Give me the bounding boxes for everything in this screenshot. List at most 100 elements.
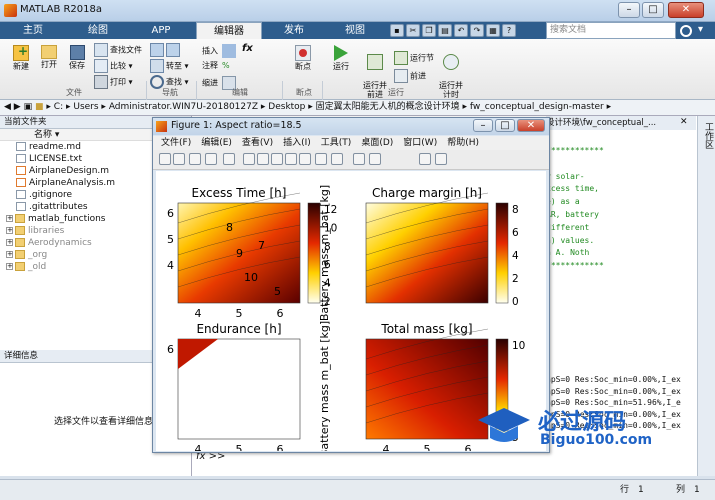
link-plot-icon[interactable] bbox=[331, 153, 343, 165]
goto-nav-button[interactable] bbox=[150, 43, 182, 57]
editor-tab[interactable]: 设计环境\fw_conceptual_... bbox=[546, 116, 696, 130]
zoom-out-icon[interactable] bbox=[257, 153, 269, 165]
save-quick-icon[interactable]: ▪ bbox=[390, 24, 404, 37]
search-input[interactable]: 搜索文档 bbox=[546, 22, 676, 39]
minimize-button[interactable]: – bbox=[618, 2, 640, 18]
back-icon[interactable]: ◀ bbox=[4, 102, 11, 112]
tab-editor[interactable]: 编辑器 bbox=[196, 22, 262, 39]
data-cursor-icon[interactable] bbox=[299, 153, 311, 165]
folder-icon bbox=[15, 214, 25, 223]
redo-quick-icon[interactable]: ↷ bbox=[470, 24, 484, 37]
figure-menu-item[interactable]: 插入(I) bbox=[283, 138, 311, 148]
compare-button[interactable]: 比较 ▾ bbox=[94, 59, 133, 73]
breadcrumb-part[interactable]: fw_conceptual_design-master bbox=[470, 102, 604, 112]
editor-code[interactable]: ************ r solar-xcess time, e) as a AR… bbox=[546, 145, 696, 273]
figure-title: Figure 1: Aspect ratio=18.5 bbox=[171, 120, 302, 131]
expand-icon[interactable]: + bbox=[6, 227, 13, 234]
breadcrumb-part[interactable]: 固定翼太阳能无人机的概念设计环境 bbox=[316, 102, 460, 112]
output-line: apS=0 Res:Soc_min=0.00%,I_ex bbox=[546, 386, 681, 396]
code-line: ************ bbox=[546, 146, 604, 155]
colorbar-icon[interactable] bbox=[353, 153, 365, 165]
search-icon[interactable] bbox=[680, 25, 692, 37]
expand-icon[interactable]: + bbox=[6, 251, 13, 258]
legend-icon[interactable] bbox=[369, 153, 381, 165]
browse-folder-icon[interactable]: ■ bbox=[35, 102, 44, 112]
open-file-icon[interactable] bbox=[173, 153, 185, 165]
run-time-button[interactable]: 运行并 计时 bbox=[436, 45, 466, 108]
figure-title-bar[interactable]: Figure 1: Aspect ratio=18.5 – □ ✕ bbox=[153, 118, 549, 135]
show-plot-tools-icon[interactable] bbox=[435, 153, 447, 165]
folder-icon bbox=[15, 238, 25, 247]
figure-menu-item[interactable]: 工具(T) bbox=[321, 138, 352, 148]
hide-plot-tools-icon[interactable] bbox=[419, 153, 431, 165]
advance-button[interactable]: 前进 bbox=[394, 69, 426, 83]
tab-apps[interactable]: APP bbox=[136, 22, 186, 39]
file-name: LICENSE.txt bbox=[29, 154, 83, 164]
figure-maximize-button[interactable]: □ bbox=[495, 119, 515, 132]
figure-menu-item[interactable]: 窗口(W) bbox=[403, 138, 437, 148]
breadcrumb-part[interactable]: Administrator.WIN7U-20180127Z bbox=[109, 102, 258, 112]
pan-icon[interactable] bbox=[271, 153, 283, 165]
brush-icon[interactable] bbox=[315, 153, 327, 165]
run-advance-button[interactable]: 运行并 前进 bbox=[360, 45, 390, 108]
save-figure-icon[interactable] bbox=[189, 153, 201, 165]
subplot-title: Charge margin [h] bbox=[372, 186, 482, 200]
goto-button[interactable]: 转至 ▾ bbox=[150, 59, 189, 73]
collapse-ribbon-icon[interactable]: ▾ bbox=[698, 24, 703, 35]
breadcrumb-part[interactable]: Desktop bbox=[268, 102, 305, 112]
breakpoint-button[interactable]: 断点 bbox=[288, 45, 318, 72]
figure-close-button[interactable]: ✕ bbox=[517, 119, 545, 132]
contour-label: 10 bbox=[244, 271, 258, 284]
compare-icon bbox=[94, 59, 108, 73]
find-files-button[interactable]: 查找文件 bbox=[94, 43, 142, 57]
close-button[interactable]: ✕ bbox=[668, 2, 704, 18]
figure-minimize-button[interactable]: – bbox=[473, 119, 493, 132]
tab-home[interactable]: 主页 bbox=[8, 22, 58, 39]
breakpoint-icon bbox=[295, 45, 311, 61]
help-quick-icon[interactable]: ? bbox=[502, 24, 516, 37]
pointer-icon[interactable] bbox=[223, 153, 235, 165]
expand-icon[interactable]: + bbox=[6, 215, 13, 222]
breadcrumb-part[interactable]: Users bbox=[73, 102, 98, 112]
expand-icon[interactable]: + bbox=[6, 263, 13, 270]
figure-menu-item[interactable]: 帮助(H) bbox=[447, 138, 479, 148]
switch-windows-icon[interactable]: ▦ bbox=[486, 24, 500, 37]
fx-button[interactable]: fx bbox=[242, 43, 253, 54]
open-button[interactable]: 打开 bbox=[36, 45, 62, 70]
close-editor-icon[interactable]: ✕ bbox=[680, 117, 688, 127]
subplot-title: Endurance [h] bbox=[196, 322, 281, 336]
copy-quick-icon[interactable]: ❐ bbox=[422, 24, 436, 37]
print-button[interactable]: 打印 ▾ bbox=[94, 75, 133, 89]
tab-publish[interactable]: 发布 bbox=[266, 22, 322, 39]
print-icon[interactable] bbox=[205, 153, 217, 165]
new-button[interactable]: + 新建 bbox=[8, 44, 34, 72]
figure-menu-item[interactable]: 文件(F) bbox=[161, 138, 191, 148]
tab-view[interactable]: 视图 bbox=[328, 22, 382, 39]
cut-quick-icon[interactable]: ✂ bbox=[406, 24, 420, 37]
insert-button[interactable]: 插入 bbox=[202, 44, 238, 58]
address-root-icon: ▸ bbox=[46, 102, 51, 112]
run-section-button[interactable]: 运行节 bbox=[394, 51, 434, 65]
figure-menu-item[interactable]: 编辑(E) bbox=[201, 138, 232, 148]
forward-icon[interactable]: ▶ bbox=[14, 102, 21, 112]
colorbar-tick: 10 bbox=[324, 222, 337, 234]
figure-menu-item[interactable]: 查看(V) bbox=[242, 138, 273, 148]
breadcrumb-part[interactable]: C: bbox=[54, 102, 63, 112]
comment-button[interactable]: 注释% bbox=[202, 60, 230, 71]
expand-icon[interactable]: + bbox=[6, 239, 13, 246]
paste-quick-icon[interactable]: ▤ bbox=[438, 24, 452, 37]
address-bar[interactable]: ◀ ▶ ▣ ■ ▸ C: ▸ Users ▸ Administrator.WIN… bbox=[0, 100, 715, 116]
tab-plots[interactable]: 绘图 bbox=[68, 22, 128, 39]
new-figure-icon[interactable] bbox=[159, 153, 171, 165]
save-button[interactable]: 保存 bbox=[64, 45, 90, 71]
run-advance-label: 运行并 前进 bbox=[363, 81, 387, 99]
figure-menu-item[interactable]: 桌面(D) bbox=[361, 138, 393, 148]
maximize-button[interactable]: □ bbox=[642, 2, 664, 18]
code-line: e) as a bbox=[546, 197, 580, 207]
file-icon bbox=[16, 166, 26, 175]
up-folder-icon[interactable]: ▣ bbox=[24, 102, 33, 112]
zoom-in-icon[interactable] bbox=[243, 153, 255, 165]
undo-quick-icon[interactable]: ↶ bbox=[454, 24, 468, 37]
run-button[interactable]: 运行 bbox=[328, 45, 354, 72]
rotate-icon[interactable] bbox=[285, 153, 297, 165]
